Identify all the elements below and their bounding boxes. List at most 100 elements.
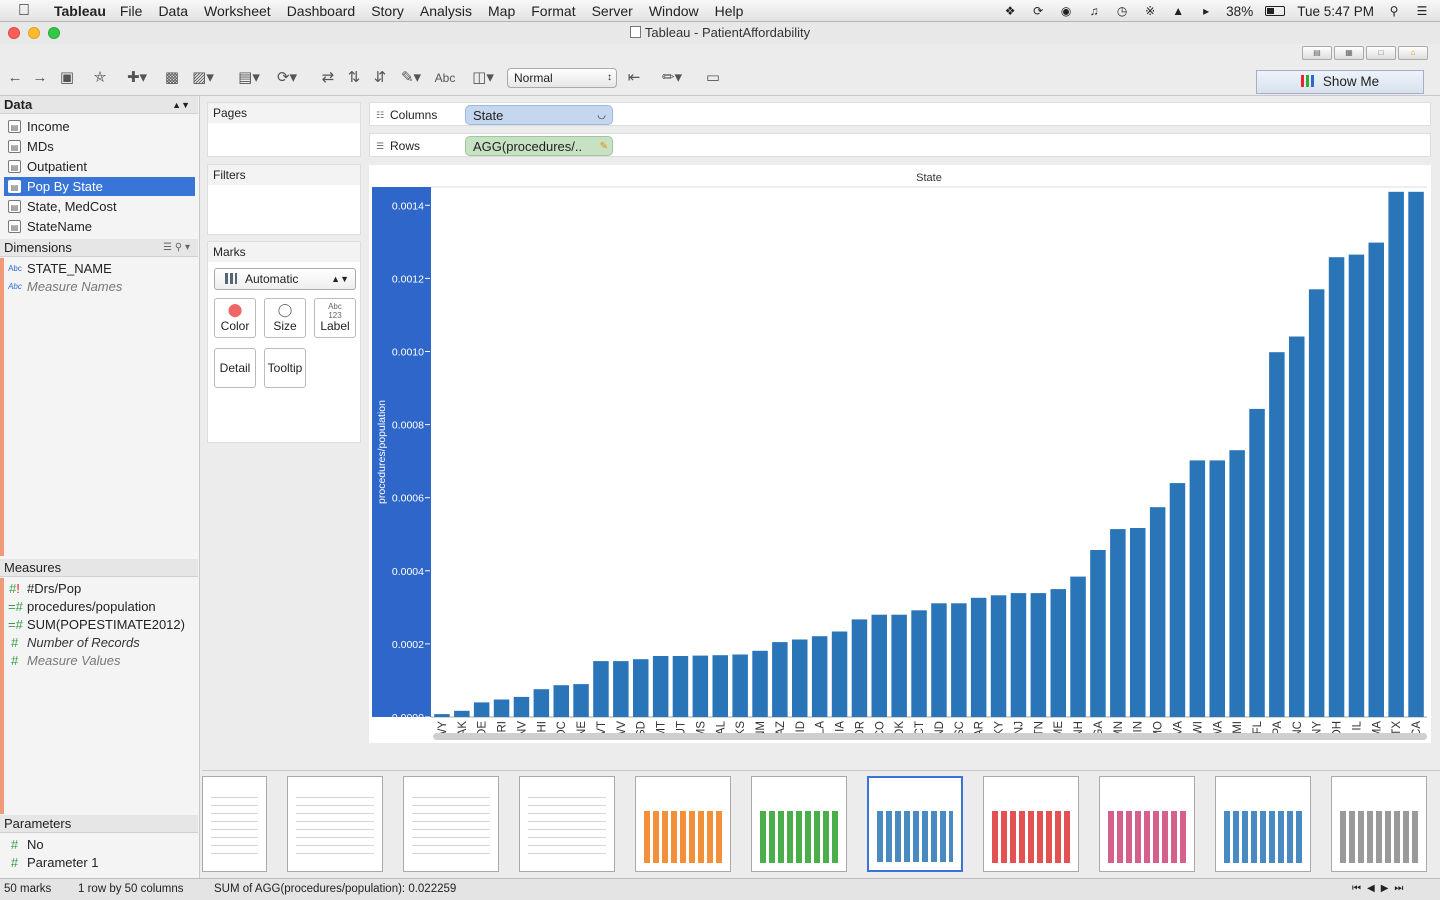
detail-button[interactable]: Detail [214, 348, 256, 388]
zoom-window-button[interactable] [48, 27, 60, 39]
apple-icon[interactable]:  [18, 2, 40, 20]
save-icon[interactable]: ▣ [58, 68, 76, 88]
sheet-thumbnail[interactable] [983, 776, 1079, 872]
measure-sum-popestimate[interactable]: =# SUM(POPESTIMATE2012) [4, 615, 195, 634]
battery-icon[interactable] [1265, 6, 1286, 16]
menu-worksheet[interactable]: Worksheet [204, 3, 271, 19]
sheet-thumbnail[interactable] [1215, 776, 1311, 872]
measure-number-of-records[interactable]: # Number of Records [4, 633, 195, 652]
filters-card[interactable]: Filters [207, 164, 361, 235]
sort-ascending-icon[interactable]: ⇅ [344, 68, 364, 88]
show-me-button[interactable]: Show Me [1256, 70, 1424, 94]
dimensions-search-icon[interactable]: ☰ ⚲ ▾ [163, 239, 190, 257]
time-machine-icon[interactable]: ◷ [1114, 4, 1130, 18]
filmstrip-view-button[interactable]: ▤ [1302, 46, 1332, 60]
procedures-population-pill[interactable]: AGG(procedures/.. ✎ [465, 136, 613, 156]
measure-measure-values[interactable]: # Measure Values [4, 651, 195, 670]
annotate-icon[interactable]: ✏▾ [656, 68, 688, 88]
new-sheet-button[interactable]: □ [1366, 46, 1396, 60]
dimension-measure-names[interactable]: Abc Measure Names [4, 277, 195, 296]
measure-procedures-population[interactable]: =# procedures/population [4, 597, 195, 616]
sheet-thumbnail[interactable] [635, 776, 731, 872]
datasource-icon[interactable]: ⛤ [91, 68, 109, 88]
show-labels-button[interactable]: Abc [432, 68, 458, 88]
bar [513, 696, 530, 717]
menu-server[interactable]: Server [592, 3, 633, 19]
highlight-icon[interactable]: ✎▾ [396, 68, 426, 88]
label-button[interactable]: Abc 123 Label [314, 298, 356, 338]
datasource-state-medcost[interactable]: ▤ State, MedCost [4, 197, 195, 216]
sheet-navigation-icons[interactable]: ⏮◀▶⏭ [1352, 879, 1409, 899]
thumbnail-preview [1340, 811, 1418, 863]
datasource-mds[interactable]: ▤ MDs [4, 137, 195, 156]
datasource-statename[interactable]: ▤ StateName [4, 217, 195, 236]
columns-shelf[interactable]: ☷ Columns State ◡ [369, 102, 1431, 126]
clock[interactable]: Tue 5:47 PM [1297, 4, 1374, 19]
sheet-thumbnail[interactable] [519, 776, 615, 872]
sync-icon[interactable]: ⟳ [1030, 4, 1046, 18]
datasource-pop-by-state[interactable]: ▤ Pop By State [4, 177, 195, 196]
wifi-icon[interactable]: ▲ [1170, 4, 1186, 18]
menu-help[interactable]: Help [715, 3, 744, 19]
state-pill[interactable]: State ◡ [465, 105, 613, 125]
sheet-thumbnail[interactable] [403, 776, 499, 872]
menu-story[interactable]: Story [371, 3, 404, 19]
duplicate-sheet-icon[interactable]: ▩ [162, 68, 182, 88]
notification-center-icon[interactable]: ☰ [1414, 4, 1430, 18]
sheet-thumbnail[interactable] [287, 776, 383, 872]
size-button[interactable]: ◯ Size [264, 298, 306, 338]
new-worksheet-icon[interactable]: ✚▾ [122, 68, 152, 88]
spotlight-icon[interactable]: ⚲ [1386, 4, 1402, 18]
minimize-window-button[interactable] [28, 27, 40, 39]
menu-window[interactable]: Window [649, 3, 699, 19]
menu-format[interactable]: Format [531, 3, 575, 19]
measure-drs-pop[interactable]: #! #Drs/Pop [4, 579, 195, 598]
datasource-outpatient[interactable]: ▤ Outpatient [4, 157, 195, 176]
clear-sheet-icon[interactable]: ▨▾ [188, 68, 218, 88]
bell-icon[interactable]: ♫ [1086, 4, 1102, 18]
close-window-button[interactable] [8, 27, 20, 39]
color-button[interactable]: ⬤ Color [214, 298, 256, 338]
sheet-thumbnail[interactable] [751, 776, 847, 872]
filters-header: Filters [208, 165, 360, 185]
swap-icon[interactable]: ⇄ [318, 68, 338, 88]
sheet-thumbnail[interactable] [867, 776, 963, 872]
volume-icon[interactable]: ▸ [1198, 4, 1214, 18]
pause-updates-icon[interactable]: ▤▾ [234, 68, 264, 88]
pages-card[interactable]: Pages [207, 102, 361, 157]
sheet-thumbnail[interactable] [1331, 776, 1427, 872]
parameter-parameter-1[interactable]: # Parameter 1 [4, 853, 195, 872]
home-button[interactable]: ⌂ [1398, 46, 1428, 60]
forward-icon[interactable]: → [31, 68, 49, 88]
fix-axes-icon[interactable]: ⇤ [624, 68, 644, 88]
dimension-state-name[interactable]: Abc STATE_NAME [4, 259, 195, 278]
menu-map[interactable]: Map [488, 3, 515, 19]
parameter-no[interactable]: # No [4, 835, 195, 854]
menu-file[interactable]: File [120, 3, 143, 19]
back-icon[interactable]: ← [6, 68, 24, 88]
dropbox-icon[interactable]: ❖ [1002, 4, 1018, 18]
presentation-icon[interactable]: ▭ [703, 68, 723, 88]
alien-icon[interactable]: ◉ [1058, 4, 1074, 18]
data-menu-icon[interactable]: ▲▼ [172, 96, 190, 114]
fit-width-icon[interactable]: ◫▾ [466, 68, 500, 88]
tooltip-button[interactable]: Tooltip [264, 348, 306, 388]
datasource-icon: ▤ [8, 140, 21, 153]
rows-shelf[interactable]: ☰ Rows AGG(procedures/.. ✎ [369, 133, 1431, 157]
sheet-thumbnail[interactable] [1099, 776, 1195, 872]
x-tick-label: MI [1232, 721, 1244, 734]
grid-view-button[interactable]: ▦ [1334, 46, 1364, 60]
sort-descending-icon[interactable]: ⇵ [370, 68, 390, 88]
bar [1328, 257, 1345, 717]
menu-data[interactable]: Data [158, 3, 188, 19]
datasource-income[interactable]: ▤ Income [4, 117, 195, 136]
bluetooth-icon[interactable]: ※ [1142, 4, 1158, 18]
menu-app-name[interactable]: Tableau [54, 3, 106, 19]
battery-percent[interactable]: 38% [1226, 4, 1253, 19]
fit-select[interactable]: Normal [507, 68, 617, 88]
menu-dashboard[interactable]: Dashboard [287, 3, 356, 19]
sheet-thumbnail[interactable] [202, 776, 267, 872]
menu-analysis[interactable]: Analysis [420, 3, 472, 19]
refresh-icon[interactable]: ⟳▾ [272, 68, 302, 88]
mark-type-select[interactable]: Automatic ▲▼ [214, 268, 356, 290]
